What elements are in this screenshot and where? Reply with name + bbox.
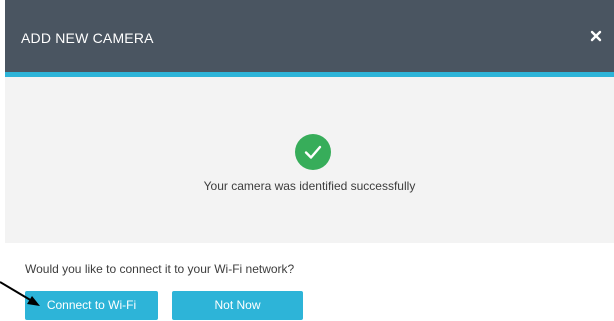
checkmark-circle-icon	[295, 134, 331, 170]
pointer-arrow-icon	[0, 281, 40, 306]
not-now-button[interactable]: Not Now	[172, 291, 303, 320]
success-panel: Your camera was identified successfully	[5, 77, 614, 243]
page: ADD NEW CAMERA Your camera was identifie…	[0, 0, 614, 321]
close-icon[interactable]	[588, 28, 604, 44]
success-message: Your camera was identified successfully	[203, 179, 416, 193]
dialog-header: ADD NEW CAMERA	[5, 0, 614, 72]
dialog-title: ADD NEW CAMERA	[21, 30, 154, 46]
wifi-question: Would you like to connect it to your Wi-…	[25, 262, 295, 276]
add-camera-dialog: ADD NEW CAMERA Your camera was identifie…	[5, 0, 614, 321]
